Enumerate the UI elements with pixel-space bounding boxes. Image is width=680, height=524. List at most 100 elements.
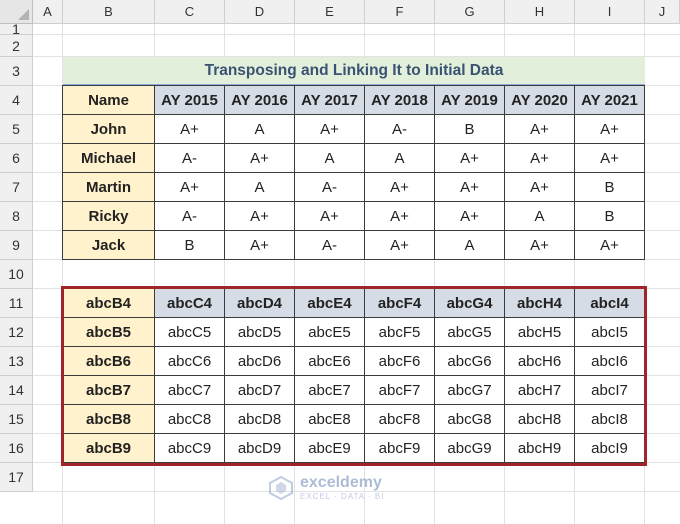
column-header-i[interactable]: I bbox=[575, 0, 645, 24]
row-header-15[interactable]: 15 bbox=[0, 405, 33, 434]
row-header-6[interactable]: 6 bbox=[0, 144, 33, 173]
column-header-c[interactable]: C bbox=[155, 0, 225, 24]
data-cell[interactable]: abcE5 bbox=[295, 318, 365, 347]
header-cell-first[interactable]: abcB4 bbox=[63, 289, 155, 318]
column-header-cell[interactable]: abcD4 bbox=[225, 289, 295, 318]
column-header-h[interactable]: H bbox=[505, 0, 575, 24]
header-cell-first[interactable]: Name bbox=[63, 86, 155, 115]
data-cell[interactable]: A+ bbox=[575, 231, 645, 260]
data-cell[interactable]: A- bbox=[295, 173, 365, 202]
data-cell[interactable]: A bbox=[505, 202, 575, 231]
data-cell[interactable]: A bbox=[435, 231, 505, 260]
row-header-9[interactable]: 9 bbox=[0, 231, 33, 260]
row-header-10[interactable]: 10 bbox=[0, 260, 33, 289]
data-cell[interactable]: A bbox=[365, 144, 435, 173]
row-header-17[interactable]: 17 bbox=[0, 463, 33, 492]
data-cell[interactable]: abcH7 bbox=[505, 376, 575, 405]
data-cell[interactable]: abcF5 bbox=[365, 318, 435, 347]
data-cell[interactable]: abcG5 bbox=[435, 318, 505, 347]
data-cell[interactable]: abcE6 bbox=[295, 347, 365, 376]
data-cell[interactable]: abcI8 bbox=[575, 405, 645, 434]
data-cell[interactable]: abcD6 bbox=[225, 347, 295, 376]
column-header-f[interactable]: F bbox=[365, 0, 435, 24]
data-cell[interactable]: abcG8 bbox=[435, 405, 505, 434]
data-cell[interactable]: A bbox=[225, 115, 295, 144]
data-cell[interactable]: abcF8 bbox=[365, 405, 435, 434]
data-cell[interactable]: A- bbox=[155, 202, 225, 231]
data-cell[interactable]: B bbox=[435, 115, 505, 144]
column-header-cell[interactable]: AY 2018 bbox=[365, 86, 435, 115]
column-header-cell[interactable]: abcC4 bbox=[155, 289, 225, 318]
data-cell[interactable]: abcH5 bbox=[505, 318, 575, 347]
column-header-cell[interactable]: AY 2021 bbox=[575, 86, 645, 115]
sheet-title[interactable]: Transposing and Linking It to Initial Da… bbox=[63, 57, 645, 86]
data-cell[interactable]: abcI9 bbox=[575, 434, 645, 463]
data-cell[interactable]: abcC6 bbox=[155, 347, 225, 376]
data-cell[interactable]: abcH8 bbox=[505, 405, 575, 434]
data-cell[interactable]: A- bbox=[365, 115, 435, 144]
data-cell[interactable]: A+ bbox=[435, 202, 505, 231]
column-header-cell[interactable]: abcF4 bbox=[365, 289, 435, 318]
data-cell[interactable]: A+ bbox=[505, 173, 575, 202]
row-header-2[interactable]: 2 bbox=[0, 35, 33, 57]
data-cell[interactable]: abcE7 bbox=[295, 376, 365, 405]
column-header-cell[interactable]: AY 2015 bbox=[155, 86, 225, 115]
row-label-cell[interactable]: abcB7 bbox=[63, 376, 155, 405]
column-header-g[interactable]: G bbox=[435, 0, 505, 24]
data-cell[interactable]: abcD7 bbox=[225, 376, 295, 405]
data-cell[interactable]: abcC5 bbox=[155, 318, 225, 347]
data-cell[interactable]: abcD9 bbox=[225, 434, 295, 463]
row-label-cell[interactable]: Martin bbox=[63, 173, 155, 202]
data-cell[interactable]: A+ bbox=[225, 144, 295, 173]
data-cell[interactable]: abcC8 bbox=[155, 405, 225, 434]
data-cell[interactable]: B bbox=[155, 231, 225, 260]
column-header-b[interactable]: B bbox=[63, 0, 155, 24]
data-cell[interactable]: A+ bbox=[155, 173, 225, 202]
data-cell[interactable]: abcF9 bbox=[365, 434, 435, 463]
row-label-cell[interactable]: abcB5 bbox=[63, 318, 155, 347]
row-label-cell[interactable]: abcB9 bbox=[63, 434, 155, 463]
row-header-14[interactable]: 14 bbox=[0, 376, 33, 405]
data-cell[interactable]: A+ bbox=[225, 202, 295, 231]
data-cell[interactable]: abcH9 bbox=[505, 434, 575, 463]
row-header-3[interactable]: 3 bbox=[0, 57, 33, 86]
data-cell[interactable]: abcC9 bbox=[155, 434, 225, 463]
column-header-cell[interactable]: abcG4 bbox=[435, 289, 505, 318]
column-header-cell[interactable]: AY 2017 bbox=[295, 86, 365, 115]
data-cell[interactable]: A+ bbox=[435, 173, 505, 202]
data-cell[interactable]: A+ bbox=[575, 144, 645, 173]
column-header-cell[interactable]: abcI4 bbox=[575, 289, 645, 318]
data-cell[interactable]: abcD8 bbox=[225, 405, 295, 434]
data-cell[interactable]: abcG9 bbox=[435, 434, 505, 463]
row-header-13[interactable]: 13 bbox=[0, 347, 33, 376]
data-cell[interactable]: abcG6 bbox=[435, 347, 505, 376]
data-cell[interactable]: B bbox=[575, 173, 645, 202]
data-cell[interactable]: A bbox=[295, 144, 365, 173]
data-cell[interactable]: B bbox=[575, 202, 645, 231]
data-cell[interactable]: A- bbox=[155, 144, 225, 173]
data-cell[interactable]: A+ bbox=[295, 115, 365, 144]
data-cell[interactable]: A+ bbox=[365, 202, 435, 231]
column-header-cell[interactable]: abcE4 bbox=[295, 289, 365, 318]
data-cell[interactable]: abcI7 bbox=[575, 376, 645, 405]
data-cell[interactable]: abcI5 bbox=[575, 318, 645, 347]
data-cell[interactable]: A- bbox=[295, 231, 365, 260]
data-cell[interactable]: A+ bbox=[225, 231, 295, 260]
data-cell[interactable]: abcD5 bbox=[225, 318, 295, 347]
data-cell[interactable]: A bbox=[225, 173, 295, 202]
data-cell[interactable]: A+ bbox=[435, 144, 505, 173]
column-header-d[interactable]: D bbox=[225, 0, 295, 24]
row-header-1[interactable]: 1 bbox=[0, 21, 33, 37]
column-header-cell[interactable]: AY 2020 bbox=[505, 86, 575, 115]
row-header-4[interactable]: 4 bbox=[0, 86, 33, 115]
row-label-cell[interactable]: abcB6 bbox=[63, 347, 155, 376]
row-label-cell[interactable]: John bbox=[63, 115, 155, 144]
data-cell[interactable]: abcF6 bbox=[365, 347, 435, 376]
data-cell[interactable]: A+ bbox=[155, 115, 225, 144]
data-cell[interactable]: abcF7 bbox=[365, 376, 435, 405]
column-header-cell[interactable]: AY 2016 bbox=[225, 86, 295, 115]
row-header-7[interactable]: 7 bbox=[0, 173, 33, 202]
row-header-5[interactable]: 5 bbox=[0, 115, 33, 144]
column-header-cell[interactable]: abcH4 bbox=[505, 289, 575, 318]
data-cell[interactable]: A+ bbox=[505, 231, 575, 260]
